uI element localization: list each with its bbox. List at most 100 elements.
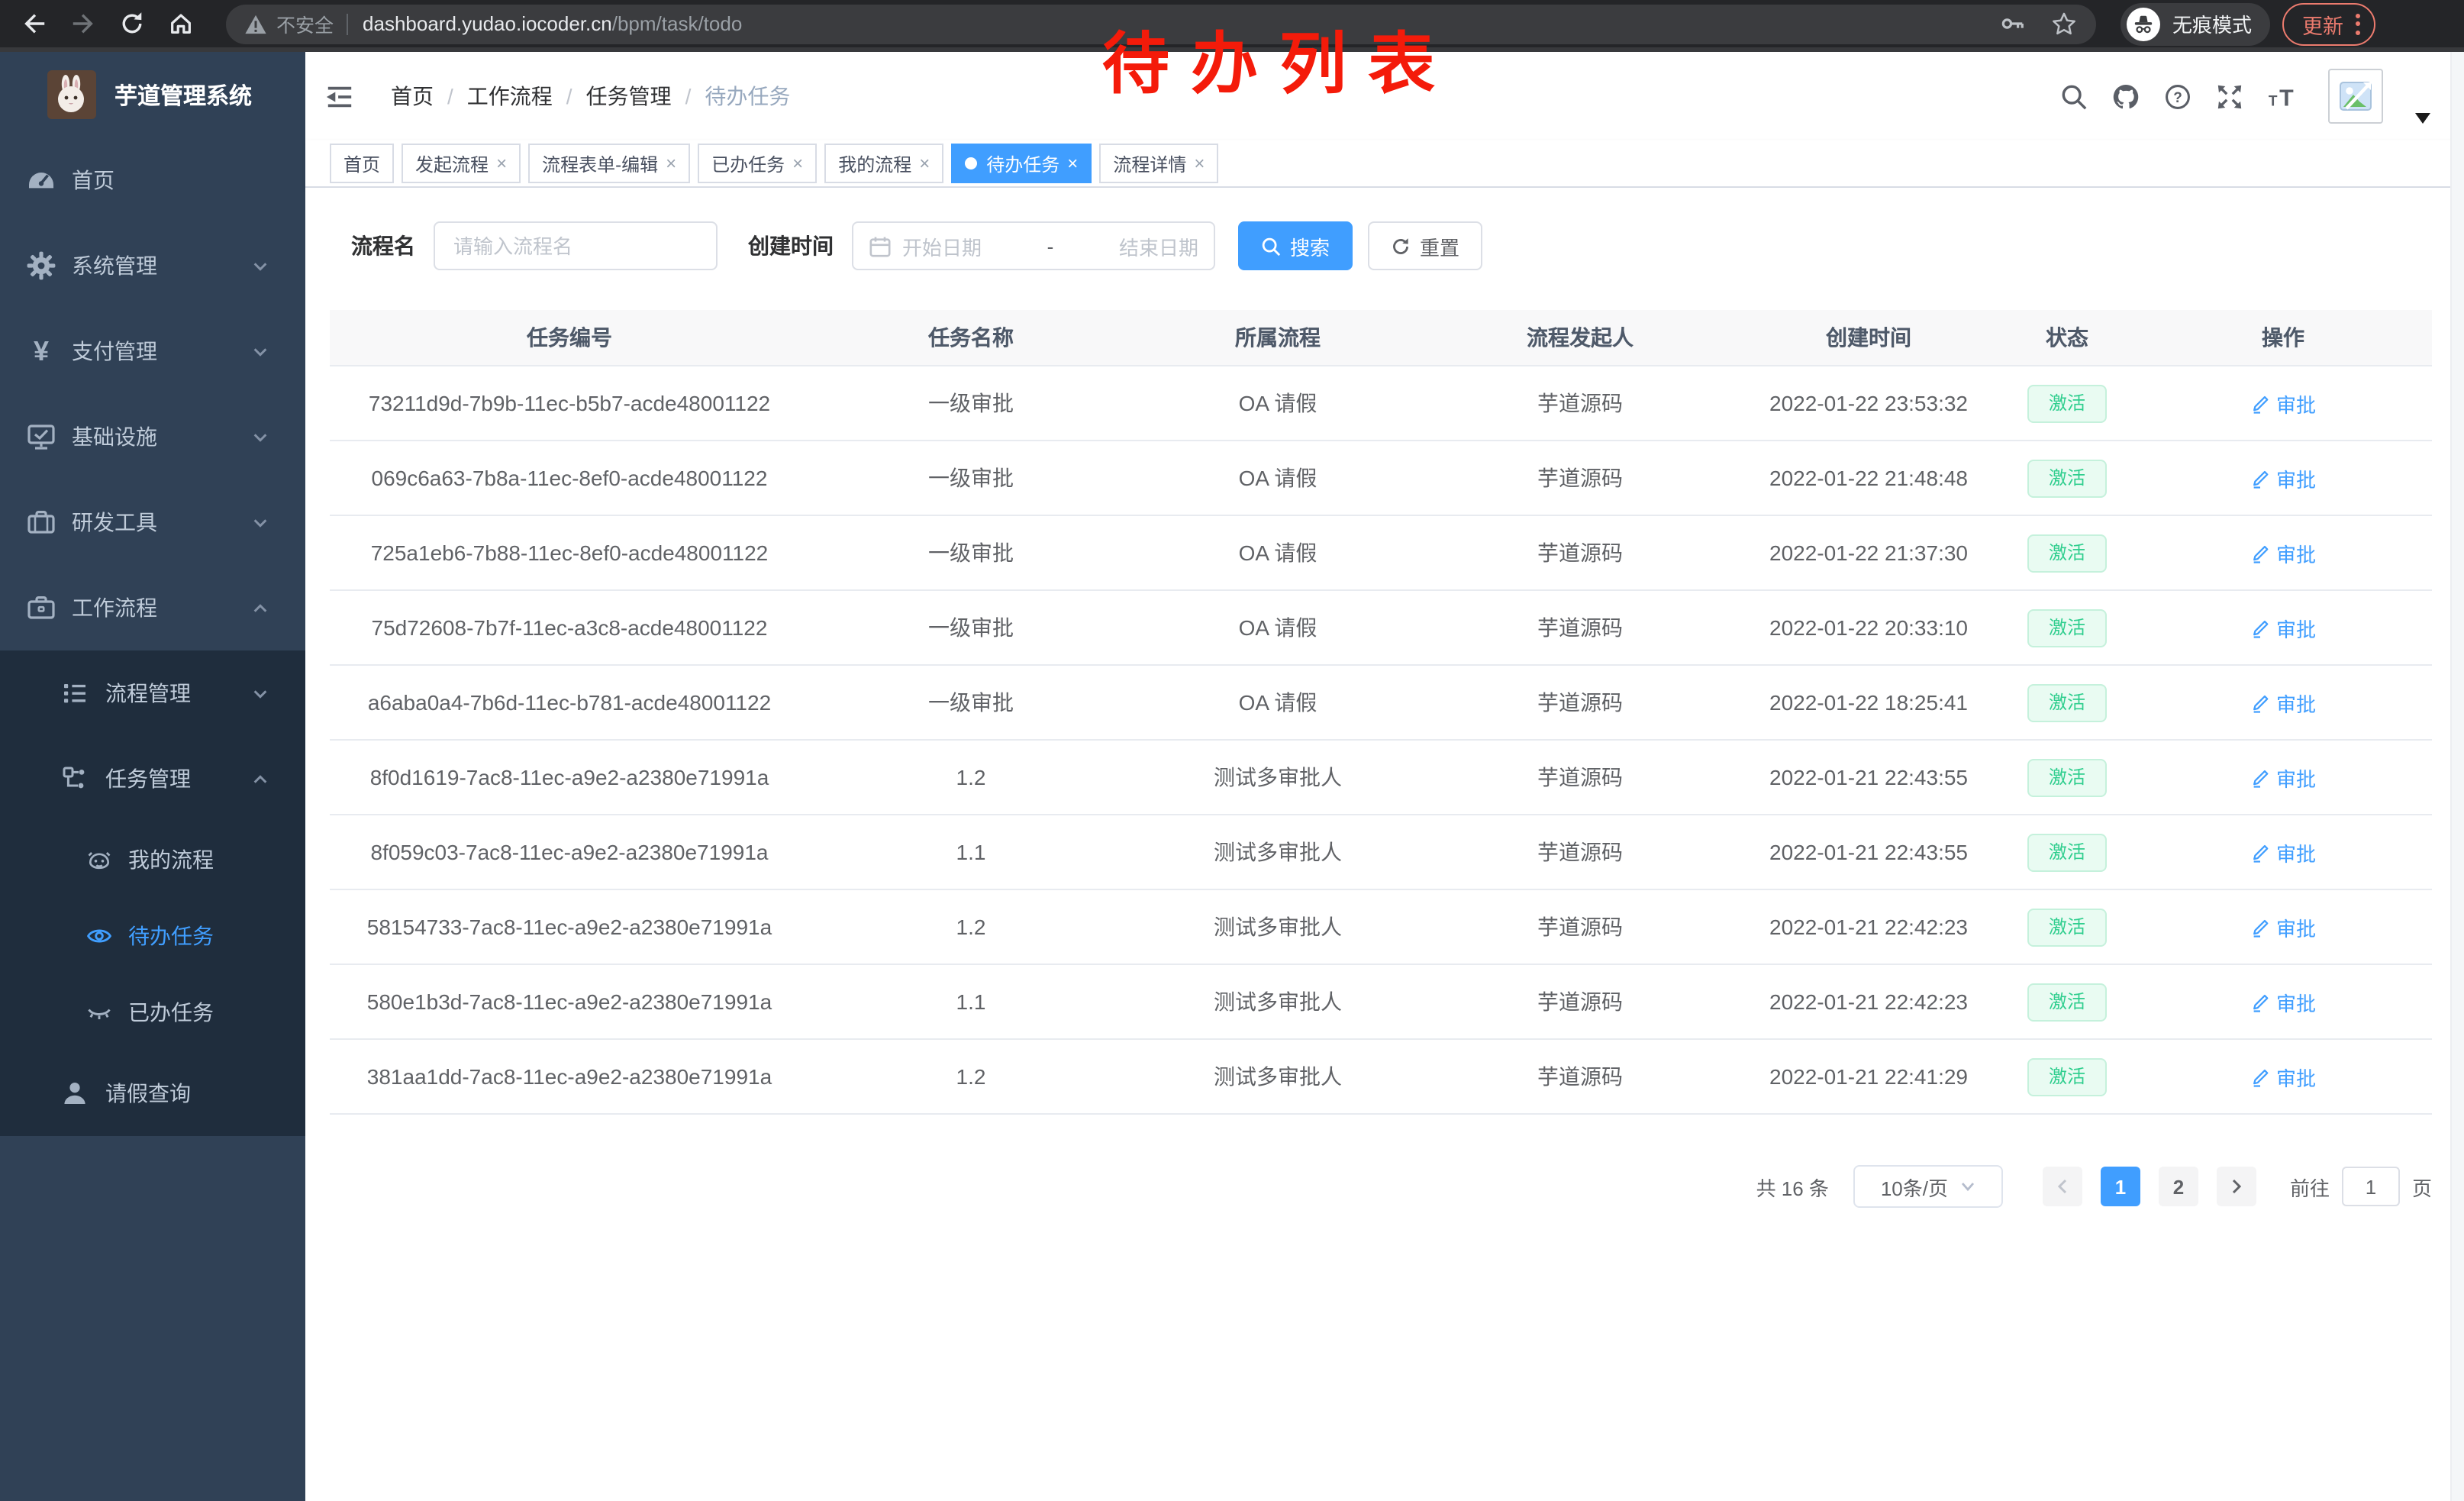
tab-my-process[interactable]: 我的流程× bbox=[824, 144, 943, 183]
forward-icon[interactable] bbox=[70, 11, 96, 37]
edit-pencil-icon bbox=[2250, 692, 2270, 712]
scrollbar-track[interactable] bbox=[2450, 52, 2464, 1501]
key-icon[interactable] bbox=[2000, 11, 2026, 37]
page-button-1[interactable]: 1 bbox=[2101, 1167, 2140, 1206]
bookmark-star-icon[interactable] bbox=[2050, 10, 2078, 37]
sidebar-item-todo-tasks[interactable]: 待办任务 bbox=[0, 898, 305, 974]
search-icon[interactable] bbox=[2059, 82, 2088, 111]
next-page-button[interactable] bbox=[2217, 1167, 2256, 1206]
close-icon[interactable]: × bbox=[666, 154, 676, 173]
tab-process-detail[interactable]: 流程详情× bbox=[1099, 144, 1218, 183]
home-icon[interactable] bbox=[168, 11, 194, 37]
page-size-select[interactable]: 10条/页 bbox=[1853, 1165, 2003, 1208]
chevron-down-icon bbox=[252, 685, 269, 702]
approve-link[interactable]: 审批 bbox=[2250, 688, 2316, 717]
process-name-input[interactable] bbox=[434, 221, 718, 270]
fullscreen-icon[interactable] bbox=[2215, 82, 2244, 111]
close-icon[interactable]: × bbox=[1194, 154, 1205, 173]
update-chip[interactable]: 更新 bbox=[2282, 2, 2375, 45]
caret-down-icon[interactable] bbox=[2415, 103, 2430, 114]
column-header: 所属流程 bbox=[1133, 322, 1423, 353]
edit-pencil-icon bbox=[2250, 767, 2270, 787]
tab-start-process[interactable]: 发起流程× bbox=[402, 144, 521, 183]
initiator-cell: 芋道源码 bbox=[1423, 762, 1737, 792]
process-cell: OA 请假 bbox=[1133, 388, 1423, 418]
goto-page-input[interactable] bbox=[2342, 1167, 2400, 1206]
approve-label: 审批 bbox=[2276, 613, 2316, 642]
sidebar-item-devtools[interactable]: 研发工具 bbox=[0, 479, 305, 565]
sidebar-item-payment[interactable]: ¥ 支付管理 bbox=[0, 308, 305, 394]
sidebar-item-infra[interactable]: 基础设施 bbox=[0, 394, 305, 479]
status-badge: 激活 bbox=[2027, 983, 2107, 1021]
browser-menu-icon[interactable] bbox=[2356, 13, 2360, 34]
github-icon[interactable] bbox=[2111, 82, 2140, 111]
approve-link[interactable]: 审批 bbox=[2250, 1062, 2316, 1091]
app-logo-row[interactable]: 芋道管理系统 bbox=[0, 52, 305, 137]
approve-link[interactable]: 审批 bbox=[2250, 763, 2316, 792]
sidebar-item-task-mgmt[interactable]: 任务管理 bbox=[0, 736, 305, 822]
svg-text:T: T bbox=[2279, 84, 2294, 110]
approve-link[interactable]: 审批 bbox=[2250, 463, 2316, 492]
update-label[interactable]: 更新 bbox=[2302, 8, 2343, 39]
page-suffix-label: 页 bbox=[2412, 1172, 2432, 1201]
sidebar-item-my-process[interactable]: 我的流程 bbox=[0, 822, 305, 898]
sidebar-item-done-tasks[interactable]: 已办任务 bbox=[0, 974, 305, 1051]
process-cell: 测试多审批人 bbox=[1133, 986, 1423, 1017]
close-icon[interactable]: × bbox=[496, 154, 507, 173]
close-icon[interactable]: × bbox=[919, 154, 930, 173]
status-cell: 激活 bbox=[2000, 534, 2134, 572]
tab-form-edit[interactable]: 流程表单-编辑× bbox=[528, 144, 690, 183]
sidebar-item-process-mgmt[interactable]: 流程管理 bbox=[0, 650, 305, 736]
prev-page-button[interactable] bbox=[2043, 1167, 2082, 1206]
url-path[interactable]: /bpm/task/todo bbox=[612, 12, 743, 35]
end-date-placeholder[interactable]: 结束日期 bbox=[1119, 231, 1198, 260]
task-id-cell: 75d72608-7b7f-11ec-a3c8-acde48001122 bbox=[330, 615, 809, 640]
approve-link[interactable]: 审批 bbox=[2250, 389, 2316, 418]
avatar[interactable] bbox=[2328, 69, 2383, 124]
action-cell: 审批 bbox=[2134, 763, 2432, 792]
font-size-icon[interactable]: TT bbox=[2267, 82, 2296, 111]
task-id-cell: 069c6a63-7b8a-11ec-8ef0-acde48001122 bbox=[330, 466, 809, 490]
created-time-cell: 2022-01-22 21:48:48 bbox=[1737, 466, 2000, 490]
sidebar-collapse-icon[interactable] bbox=[325, 82, 354, 111]
tab-todo-tasks[interactable]: 待办任务× bbox=[951, 144, 1092, 183]
sidebar-item-home[interactable]: 首页 bbox=[0, 137, 305, 223]
refresh-icon bbox=[1391, 236, 1411, 256]
main-content: 流程名 创建时间 开始日期 - 结束日期 搜索 重置 任务编号 bbox=[305, 188, 2464, 1501]
breadcrumb-item[interactable]: 首页 bbox=[391, 81, 434, 111]
search-button[interactable]: 搜索 bbox=[1238, 221, 1353, 270]
approve-link[interactable]: 审批 bbox=[2250, 538, 2316, 567]
sidebar-item-leave-query[interactable]: 请假查询 bbox=[0, 1051, 305, 1136]
breadcrumb-item[interactable]: 工作流程 bbox=[467, 81, 553, 111]
reload-icon[interactable] bbox=[119, 11, 145, 37]
breadcrumb-item[interactable]: 任务管理 bbox=[586, 81, 672, 111]
start-date-placeholder[interactable]: 开始日期 bbox=[902, 231, 982, 260]
chevron-left-icon bbox=[2055, 1179, 2070, 1194]
back-icon[interactable] bbox=[21, 11, 47, 37]
table-row: 58154733-7ac8-11ec-a9e2-a2380e71991a 1.2… bbox=[330, 890, 2432, 965]
tab-done-tasks[interactable]: 已办任务× bbox=[698, 144, 817, 183]
incognito-label: 无痕模式 bbox=[2172, 9, 2252, 38]
task-id-cell: 8f059c03-7ac8-11ec-a9e2-a2380e71991a bbox=[330, 840, 809, 864]
initiator-cell: 芋道源码 bbox=[1423, 537, 1737, 568]
approve-link[interactable]: 审批 bbox=[2250, 838, 2316, 867]
status-badge: 激活 bbox=[2027, 908, 2107, 946]
close-icon[interactable]: × bbox=[792, 154, 803, 173]
approve-link[interactable]: 审批 bbox=[2250, 613, 2316, 642]
sidebar-item-workflow[interactable]: 工作流程 bbox=[0, 565, 305, 650]
initiator-cell: 芋道源码 bbox=[1423, 986, 1737, 1017]
date-range-picker[interactable]: 开始日期 - 结束日期 bbox=[852, 221, 1215, 270]
url-host[interactable]: dashboard.yudao.iocoder.cn bbox=[363, 12, 612, 35]
reset-button[interactable]: 重置 bbox=[1368, 221, 1482, 270]
page-button-2[interactable]: 2 bbox=[2159, 1167, 2198, 1206]
task-table: 任务编号 任务名称 所属流程 流程发起人 创建时间 状态 操作 73211d9d… bbox=[330, 310, 2432, 1115]
approve-link[interactable]: 审批 bbox=[2250, 987, 2316, 1016]
security-label[interactable]: 不安全 bbox=[276, 9, 334, 38]
close-icon[interactable]: × bbox=[1067, 154, 1078, 173]
help-icon[interactable]: ? bbox=[2163, 82, 2192, 111]
create-time-label: 创建时间 bbox=[748, 231, 834, 261]
tab-home[interactable]: 首页 bbox=[330, 144, 394, 183]
svg-text:¥: ¥ bbox=[34, 336, 49, 366]
approve-link[interactable]: 审批 bbox=[2250, 912, 2316, 941]
sidebar-item-system[interactable]: 系统管理 bbox=[0, 223, 305, 308]
